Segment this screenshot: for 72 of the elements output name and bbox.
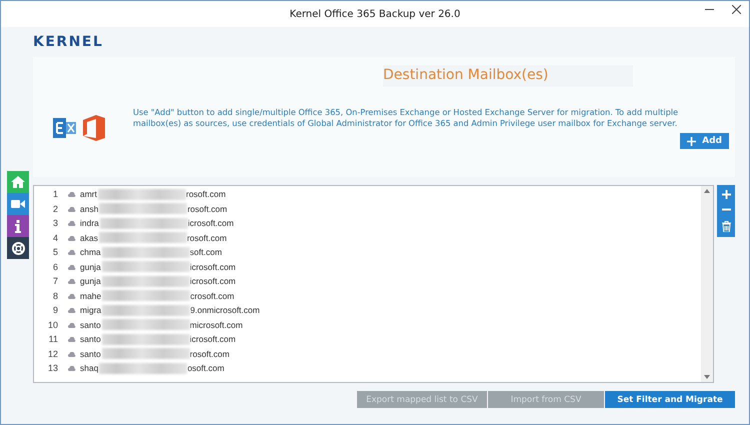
email-end: icrosoft.com	[190, 276, 236, 286]
minus-icon[interactable]	[722, 208, 730, 212]
row-number: 1	[52, 189, 59, 200]
email-start: migra	[80, 305, 102, 316]
cloud-icon	[68, 279, 76, 284]
email-start: akas	[80, 232, 98, 243]
row-number: 11	[48, 334, 59, 344]
lifebuoy-icon[interactable]	[7, 237, 29, 259]
plus-icon[interactable]	[722, 190, 730, 199]
panel-heading: Destination Mailbox(es)	[383, 65, 633, 87]
cloud-icon	[68, 337, 76, 342]
cloud-icon	[68, 352, 76, 357]
video-camera-icon[interactable]	[7, 193, 29, 215]
cloud-icon	[68, 236, 76, 241]
cloud-icon	[68, 221, 76, 226]
row-number: 5	[52, 247, 59, 258]
email-start: gunja	[80, 262, 101, 272]
email-end: osoft.com	[187, 363, 224, 374]
row-number: 13	[46, 363, 59, 374]
email-start: santo	[80, 334, 101, 344]
email-end: icrosoft.com	[190, 334, 236, 344]
email-start: santo	[80, 320, 101, 330]
email-start: indra	[80, 218, 99, 228]
plus-icon	[687, 136, 696, 146]
row-number: 10	[46, 320, 59, 330]
email-end: soft.com	[190, 247, 222, 258]
close-icon[interactable]	[732, 5, 741, 14]
home-icon[interactable]	[7, 171, 29, 193]
email-start: amrt	[80, 189, 97, 200]
trash-icon[interactable]	[722, 221, 730, 232]
email-end: rosoft.com	[190, 348, 230, 359]
email-start: ansh	[80, 204, 98, 214]
cloud-icon	[68, 250, 76, 256]
window-title: Kernel Office 365 Backup ver 26.0	[290, 8, 460, 20]
scroll-down-icon[interactable]	[704, 375, 710, 379]
row-number: 3	[52, 218, 59, 228]
row-number: 2	[52, 204, 59, 214]
email-end: icrosoft.com	[190, 262, 236, 272]
cloud-icon	[68, 206, 76, 212]
cloud-icon	[68, 366, 76, 372]
exchange-icon	[53, 116, 77, 140]
add-button[interactable]: Add	[680, 133, 729, 149]
row-number: 12	[46, 348, 59, 359]
email-end: rosoft.com	[187, 204, 228, 214]
email-start: gunja	[80, 276, 101, 286]
email-start: santo	[80, 348, 101, 359]
email-end: icrosoft.com	[188, 218, 234, 228]
scrollbar[interactable]	[701, 186, 713, 382]
row-number: 4	[52, 232, 59, 243]
instructions-text: Use "Add" button to add single/multiple Office 365, On-Premises Exchange or Hosted Exchange Server for migration. To add multiple mailbox(es) as sources, use credentials of Global Administrator for Office 365 and Admin Privilege user mailbox for Exchange server.	[133, 107, 680, 129]
cloud-icon	[68, 264, 76, 270]
row-number: 8	[52, 290, 59, 301]
cloud-icon	[68, 308, 76, 314]
cloud-icon	[68, 192, 76, 198]
office-icon	[83, 115, 105, 141]
email-end: microsoft.com	[190, 320, 243, 330]
email-start: chma	[80, 247, 101, 258]
email-end: rosoft.com	[186, 232, 227, 243]
info-icon[interactable]	[7, 215, 29, 237]
email-start: mahe	[80, 290, 102, 301]
cloud-icon	[68, 322, 76, 328]
email-start: shaq	[80, 363, 98, 374]
email-end: rosoft.com	[186, 189, 226, 200]
cloud-icon	[68, 294, 76, 299]
scroll-up-icon[interactable]	[704, 189, 710, 193]
row-number: 6	[52, 262, 59, 272]
kernel-logo: KERNEL	[33, 34, 104, 50]
email-end: crosoft.com	[190, 290, 234, 301]
footer-button[interactable]: Set Filter and Migrate	[605, 391, 735, 408]
email-end: 9.onmicrosoft.com	[190, 305, 260, 316]
row-number: 9	[52, 305, 59, 316]
row-number: 7	[52, 276, 59, 286]
